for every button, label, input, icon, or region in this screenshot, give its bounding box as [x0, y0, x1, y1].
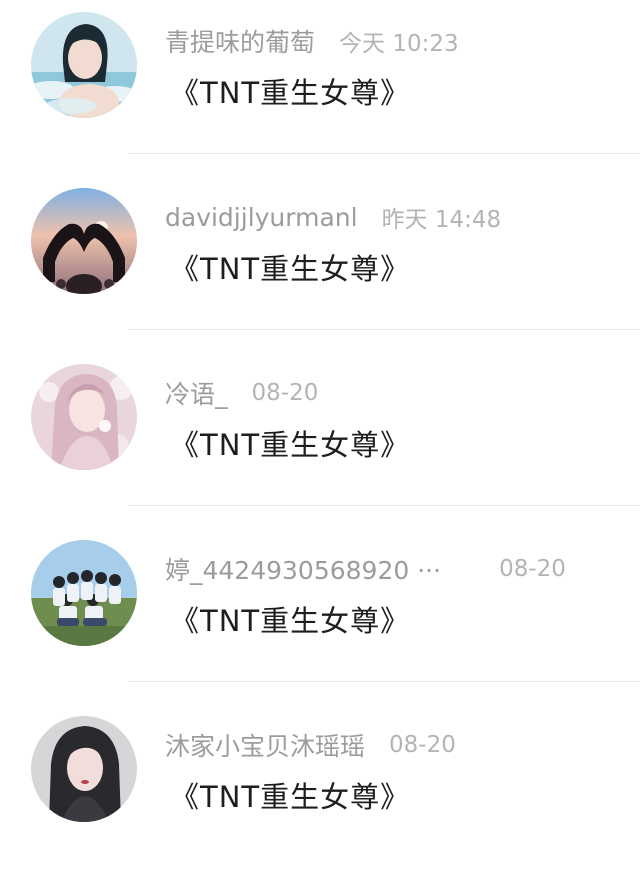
- comment-meta: 婷_4424930568920 ··· 08-20: [165, 552, 566, 586]
- comment-time: 今天 10:23: [339, 31, 459, 57]
- divider: [128, 329, 640, 330]
- username[interactable]: 沐家小宝贝沐瑶瑶: [165, 727, 365, 763]
- comment-text: 《TNT重生女尊》: [170, 604, 411, 638]
- comment-meta: 沐家小宝贝沐瑶瑶 08-20: [165, 728, 456, 762]
- comment-list: 青提味的葡萄 今天 10:23 《TNT重生女尊》 davidjjlyurman…: [0, 0, 640, 880]
- divider: [128, 505, 640, 506]
- comment-item[interactable]: 青提味的葡萄 今天 10:23 《TNT重生女尊》: [0, 0, 640, 176]
- avatar-heart-hands-concert-icon[interactable]: [31, 188, 137, 294]
- comment-meta: 青提味的葡萄 今天 10:23: [165, 24, 459, 58]
- comment-item[interactable]: 沐家小宝贝沐瑶瑶 08-20 《TNT重生女尊》: [0, 704, 640, 880]
- comment-text: 《TNT重生女尊》: [170, 76, 411, 110]
- comment-item[interactable]: davidjjlyurmanl 昨天 14:48 《TNT重生女尊》: [0, 176, 640, 352]
- avatar-anime-girl-flowers-icon[interactable]: [31, 364, 137, 470]
- comment-time: 昨天 14:48: [381, 207, 502, 233]
- avatar-girl-portrait-icon[interactable]: [31, 716, 137, 822]
- comment-text: 《TNT重生女尊》: [170, 252, 411, 286]
- comment-item[interactable]: 婷_4424930568920 ··· 08-20 《TNT重生女尊》: [0, 528, 640, 704]
- comment-time: 08-20: [499, 556, 566, 582]
- comment-text: 《TNT重生女尊》: [170, 780, 411, 814]
- comment-item[interactable]: 冷语_ 08-20 《TNT重生女尊》: [0, 352, 640, 528]
- username[interactable]: 婷_4424930568920 ···: [165, 551, 441, 587]
- username[interactable]: 青提味的葡萄: [165, 23, 315, 59]
- divider: [128, 681, 640, 682]
- comment-text: 《TNT重生女尊》: [170, 428, 411, 462]
- comment-meta: 冷语_ 08-20: [165, 376, 318, 410]
- avatar-group-photo-icon[interactable]: [31, 540, 137, 646]
- username[interactable]: 冷语_: [165, 375, 228, 411]
- divider: [128, 153, 640, 154]
- username[interactable]: davidjjlyurmanl: [165, 203, 358, 232]
- comment-meta: davidjjlyurmanl 昨天 14:48: [165, 200, 501, 234]
- comment-time: 08-20: [251, 380, 319, 406]
- comment-time: 08-20: [389, 732, 456, 758]
- avatar-girl-in-water-icon[interactable]: [31, 12, 137, 118]
